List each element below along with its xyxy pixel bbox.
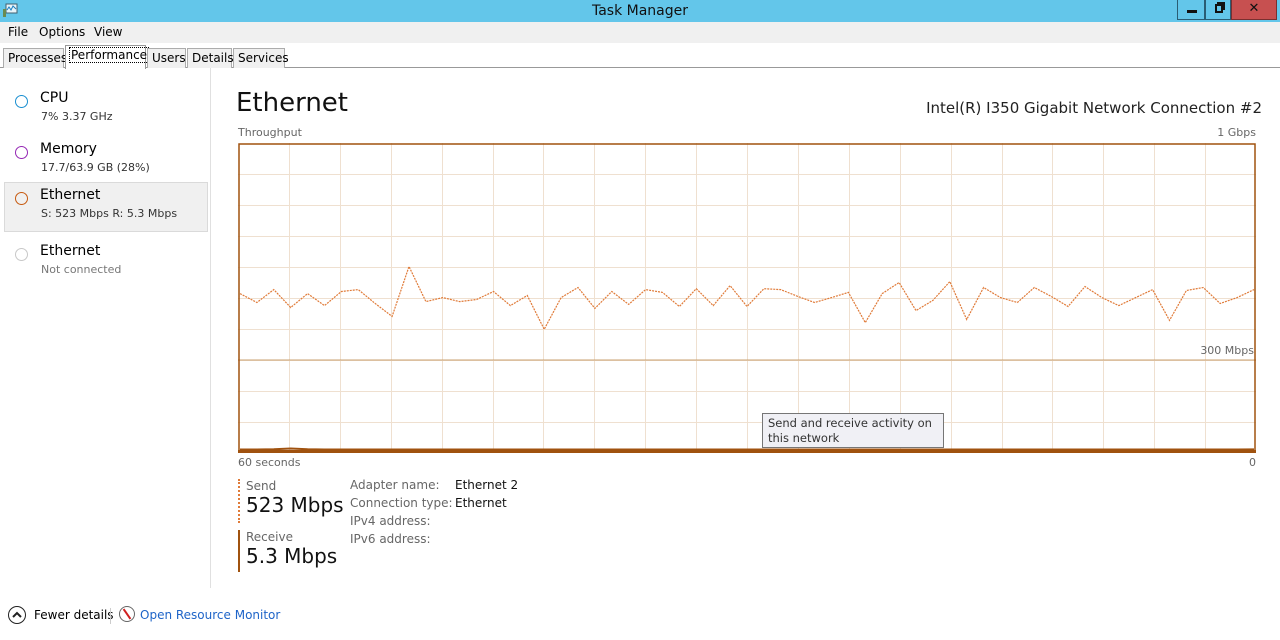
chevron-up-icon xyxy=(8,606,26,624)
tab-details[interactable]: Details xyxy=(187,48,234,68)
graph-tooltip: Send and receive activity on this networ… xyxy=(762,413,944,448)
close-button[interactable]: ✕ xyxy=(1231,0,1277,20)
receive-series-line xyxy=(240,447,1255,451)
x-left-label: 60 seconds xyxy=(238,456,301,469)
receive-value: 5.3 Mbps xyxy=(246,544,338,568)
menu-file[interactable]: File xyxy=(8,25,28,39)
send-value: 523 Mbps xyxy=(246,493,344,517)
x-right-label: 0 xyxy=(1249,456,1256,469)
menu-view[interactable]: View xyxy=(94,25,122,39)
restore-button[interactable] xyxy=(1205,0,1231,20)
menu-options[interactable]: Options xyxy=(39,25,85,39)
sidebar-item-ethernet-1[interactable]: Ethernet S: 523 Mbps R: 5.3 Mbps xyxy=(4,182,208,232)
tab-processes[interactable]: Processes xyxy=(3,48,67,68)
throughput-graph xyxy=(238,143,1256,453)
minimize-button[interactable] xyxy=(1177,0,1205,20)
chart-title: Throughput xyxy=(238,126,302,139)
sidebar-item-cpu[interactable]: CPU 7% 3.37 GHz xyxy=(4,86,208,136)
page-title: Ethernet xyxy=(236,88,348,118)
tab-users[interactable]: Users xyxy=(147,48,186,68)
sidebar-item-ethernet-2[interactable]: Ethernet Not connected xyxy=(4,239,208,289)
menu-bar: File Options View xyxy=(0,22,1280,43)
throughput-graph-svg xyxy=(238,143,1256,453)
minimize-icon xyxy=(1187,10,1197,13)
adapter-description: Intel(R) I350 Gigabit Network Connection… xyxy=(926,99,1262,117)
window-title: Task Manager xyxy=(591,3,689,19)
send-legend-line xyxy=(238,479,240,523)
tab-services[interactable]: Services xyxy=(233,48,289,68)
send-stat: Send 523 Mbps xyxy=(238,479,348,523)
memory-ring-icon xyxy=(15,146,28,159)
receive-stat: Receive 5.3 Mbps xyxy=(238,530,348,572)
performance-sidebar: CPU 7% 3.37 GHz Memory 17.7/63.9 GB (28%… xyxy=(0,68,211,588)
resource-monitor-icon xyxy=(119,606,135,622)
cpu-ring-icon xyxy=(15,95,28,108)
ethernet-ring-icon xyxy=(15,192,28,205)
sidebar-item-memory[interactable]: Memory 17.7/63.9 GB (28%) xyxy=(4,137,208,187)
ethernet-ring-icon xyxy=(15,248,28,261)
scale-marker-label: 300 Mbps xyxy=(1200,344,1254,357)
footer-divider xyxy=(110,608,111,624)
y-max-label: 1 Gbps xyxy=(1217,126,1256,139)
tab-bar: Processes Performance Users Details Serv… xyxy=(0,43,1280,69)
footer: Fewer details Open Resource Monitor xyxy=(0,600,1280,630)
tab-performance[interactable]: Performance xyxy=(65,45,150,69)
title-bar: Task Manager ✕ xyxy=(0,0,1280,22)
receive-legend-line xyxy=(238,530,240,572)
close-icon: ✕ xyxy=(1248,1,1260,16)
